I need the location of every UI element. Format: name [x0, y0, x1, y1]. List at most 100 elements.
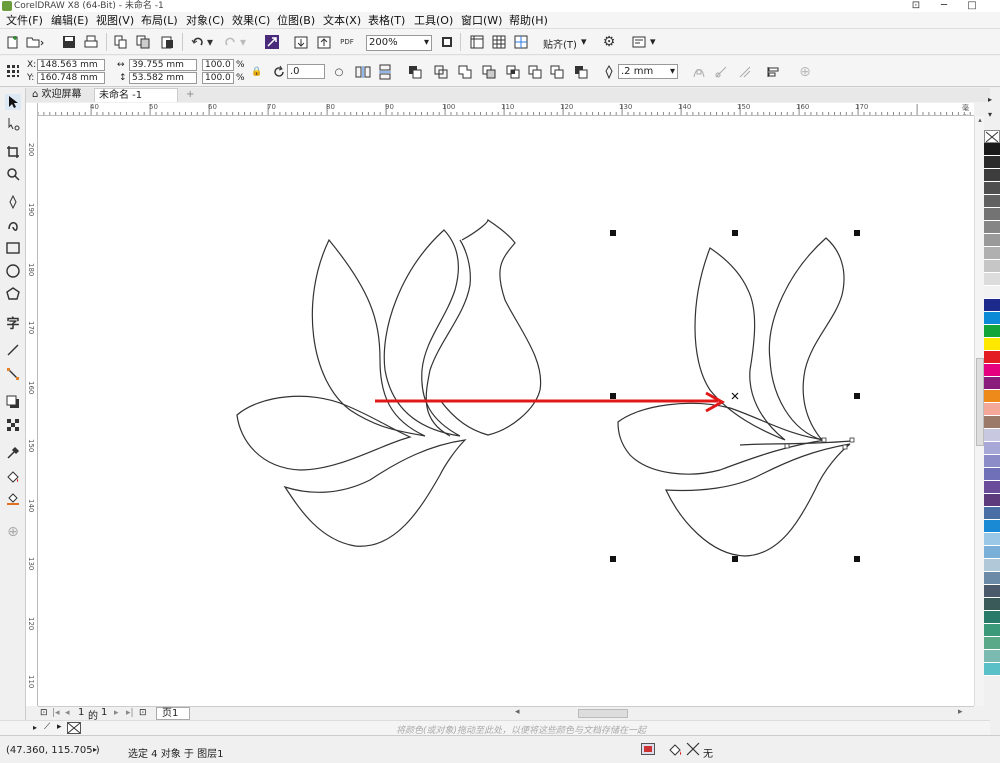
menu-effects[interactable]: 效果(C) [232, 12, 270, 29]
original-leaves-group[interactable] [236, 218, 542, 547]
menu-help[interactable]: 帮助(H) [509, 12, 548, 29]
combine-icon[interactable] [432, 63, 450, 81]
zoom-tool-icon[interactable] [5, 166, 21, 182]
color-swatch[interactable] [984, 520, 1000, 533]
trim-icon[interactable] [480, 63, 498, 81]
color-swatch[interactable] [984, 273, 1000, 286]
simplify-icon[interactable] [526, 63, 544, 81]
color-swatch[interactable] [984, 364, 1000, 377]
x-position-field[interactable]: 148.563 mm [37, 59, 105, 71]
show-grid-icon[interactable] [490, 33, 508, 51]
menu-window[interactable]: 窗口(W) [461, 12, 502, 29]
artistic-media-icon[interactable] [5, 216, 21, 232]
restore-user-icon[interactable]: ⊡ [902, 0, 930, 12]
prev-page-icon[interactable]: |◂ [52, 708, 60, 718]
scroll-left-icon[interactable]: ◂ [515, 707, 520, 717]
color-swatch[interactable] [984, 247, 1000, 260]
palette-arrow-icon[interactable]: ▸ [33, 723, 37, 732]
add-tool-icon[interactable]: ⊕ [5, 524, 21, 540]
palette-scroll-up-icon[interactable]: ▸ [988, 95, 992, 104]
menu-text[interactable]: 文本(X) [323, 12, 361, 29]
parallel-dimension-icon[interactable] [5, 342, 21, 358]
color-swatch[interactable] [984, 468, 1000, 481]
open-icon[interactable] [26, 33, 44, 51]
color-swatch[interactable] [984, 143, 1000, 156]
scroll-right-icon[interactable]: ▸ [958, 707, 963, 717]
color-swatch[interactable] [984, 416, 1000, 429]
zoom-level-select[interactable]: 200% ▾ [366, 35, 432, 51]
first-page-icon[interactable]: ⊡ [40, 708, 48, 718]
text-tool-icon[interactable]: 字 [5, 314, 21, 332]
h-scroll-thumb[interactable] [578, 709, 628, 718]
shape-tool-icon[interactable] [5, 116, 21, 132]
menu-edit[interactable]: 编辑(E) [51, 12, 89, 29]
no-color-swatch[interactable] [984, 130, 1000, 143]
color-swatch[interactable] [984, 429, 1000, 442]
publish-pdf-icon[interactable]: PDF [338, 33, 356, 51]
height-field[interactable]: 53.582 mm [129, 72, 197, 84]
polygon-tool-icon[interactable] [5, 286, 21, 302]
tab-welcome[interactable]: ⌂ 欢迎屏幕 [28, 88, 94, 102]
color-swatch[interactable] [984, 390, 1000, 403]
gear-icon[interactable]: ⚙ [600, 33, 618, 51]
save-icon[interactable] [60, 33, 78, 51]
vertical-scrollbar[interactable]: ▴ [974, 116, 984, 706]
color-swatch[interactable] [984, 351, 1000, 364]
redo-dropdown-icon[interactable]: ▾ [238, 33, 248, 51]
front-minus-back-icon[interactable] [548, 63, 566, 81]
color-swatch[interactable] [984, 650, 1000, 663]
eyedropper-icon[interactable]: ⟋ [44, 722, 50, 732]
add-tab-icon[interactable]: + [182, 88, 194, 102]
add-page-icon[interactable]: ⊡ [139, 708, 147, 718]
eyedropper-icon[interactable] [5, 445, 21, 461]
menu-view[interactable]: 视图(V) [96, 12, 134, 29]
paste-icon[interactable] [158, 33, 176, 51]
color-proofing-icon[interactable] [641, 743, 655, 755]
outline-width-select[interactable]: .2 mm ▾ [618, 64, 678, 79]
palette-menu-icon[interactable]: ▾ [988, 110, 992, 119]
color-swatch[interactable] [984, 403, 1000, 416]
chevron-down-icon[interactable]: ▾ [581, 35, 587, 48]
color-swatch[interactable] [984, 611, 1000, 624]
menu-bitmap[interactable]: 位图(B) [277, 12, 315, 29]
color-swatch[interactable] [984, 624, 1000, 637]
color-swatch[interactable] [984, 260, 1000, 273]
undo-icon[interactable] [188, 33, 206, 51]
object-origin-icon[interactable] [4, 62, 22, 80]
transparency-icon[interactable] [5, 417, 21, 433]
menu-tools[interactable]: 工具(O) [414, 12, 453, 29]
color-swatch[interactable] [984, 234, 1000, 247]
scale-height-field[interactable]: 100.0 [202, 72, 234, 84]
no-color-swatch[interactable] [67, 722, 81, 734]
color-swatch[interactable] [984, 637, 1000, 650]
full-screen-icon[interactable] [438, 33, 456, 51]
search-content-icon[interactable] [263, 33, 281, 51]
crop-tool-icon[interactable] [5, 144, 21, 160]
ellipse-tool-icon[interactable] [5, 263, 21, 279]
mirror-horizontal-icon[interactable] [354, 63, 372, 81]
leaf-shape[interactable] [425, 218, 542, 437]
connector-tool-icon[interactable] [5, 366, 21, 382]
last-page-icon[interactable]: ▸| [126, 708, 134, 718]
undo-dropdown-icon[interactable]: ▾ [205, 33, 215, 51]
color-swatch[interactable] [984, 325, 1000, 338]
color-swatch[interactable] [984, 546, 1000, 559]
color-swatch[interactable] [984, 156, 1000, 169]
import-icon[interactable] [292, 33, 310, 51]
leaf-shape[interactable] [236, 395, 412, 471]
play-icon[interactable]: ▸ [93, 745, 97, 754]
show-rulers-icon[interactable] [468, 33, 486, 51]
color-swatch[interactable] [984, 585, 1000, 598]
copy-icon[interactable] [134, 33, 152, 51]
mirror-vertical-icon[interactable] [376, 63, 394, 81]
menu-layout[interactable]: 布局(L) [141, 12, 178, 29]
tab-document[interactable]: 未命名 -1 [94, 88, 178, 102]
show-guidelines-icon[interactable] [512, 33, 530, 51]
color-swatch[interactable] [984, 286, 1000, 299]
snap-to-button[interactable]: 贴齐(T) [543, 36, 577, 51]
copy-style-icon[interactable] [112, 33, 130, 51]
menu-file[interactable]: 文件(F) [6, 12, 43, 29]
scroll-thumb[interactable] [976, 358, 984, 446]
color-swatch[interactable] [984, 507, 1000, 520]
convert-to-curves-icon[interactable] [690, 63, 708, 81]
